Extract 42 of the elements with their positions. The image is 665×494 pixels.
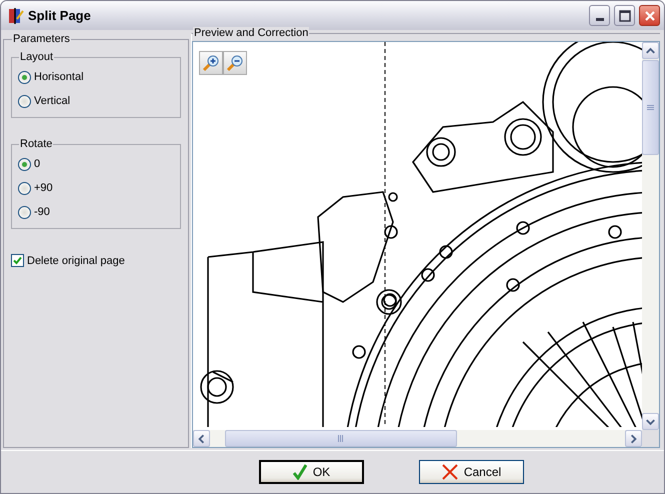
app-icon [6,6,24,24]
checkmark-icon [292,464,307,480]
minimize-icon [596,18,604,21]
cross-icon [442,464,458,480]
zoom-out-icon [226,54,244,72]
option-label: Vertical [34,95,70,107]
option-label: 0 [34,158,40,170]
vertical-scrollbar[interactable] [642,42,659,430]
horizontal-scrollbar[interactable] [193,430,642,447]
zoom-in-button[interactable] [199,51,223,75]
radio-button[interactable] [18,158,31,170]
ok-button[interactable]: OK [259,460,364,484]
group-title: Layout [19,51,54,63]
maximize-icon [618,10,630,22]
scroll-right-button[interactable] [625,430,642,447]
maximize-button[interactable] [614,5,635,26]
checkbox-label: Delete original page [27,254,125,266]
scroll-thumb[interactable] [642,60,659,155]
checkbox[interactable] [11,254,24,267]
scroll-left-button[interactable] [193,430,210,447]
grip-icon [647,104,654,110]
panel-title: Parameters [12,33,71,45]
scroll-down-button[interactable] [642,413,659,430]
grip-icon [338,435,344,442]
minimize-button[interactable] [589,5,610,26]
option-label: Horisontal [34,71,84,83]
close-icon [644,10,656,22]
option-label: +90 [34,182,53,194]
window-title: Split Page [28,8,92,23]
radio-button[interactable] [18,206,31,218]
radio-button[interactable] [18,94,31,108]
split-line[interactable] [384,42,386,427]
zoom-in-icon [202,54,220,72]
radio-button[interactable] [18,70,31,84]
group-title: Rotate [19,138,54,150]
zoom-out-button[interactable] [223,51,247,75]
close-button[interactable] [639,5,660,26]
option-label: -90 [34,206,50,218]
cancel-button[interactable]: Cancel [419,460,524,484]
radio-button[interactable] [18,182,31,194]
scroll-thumb[interactable] [225,430,457,447]
scroll-up-button[interactable] [642,42,659,59]
